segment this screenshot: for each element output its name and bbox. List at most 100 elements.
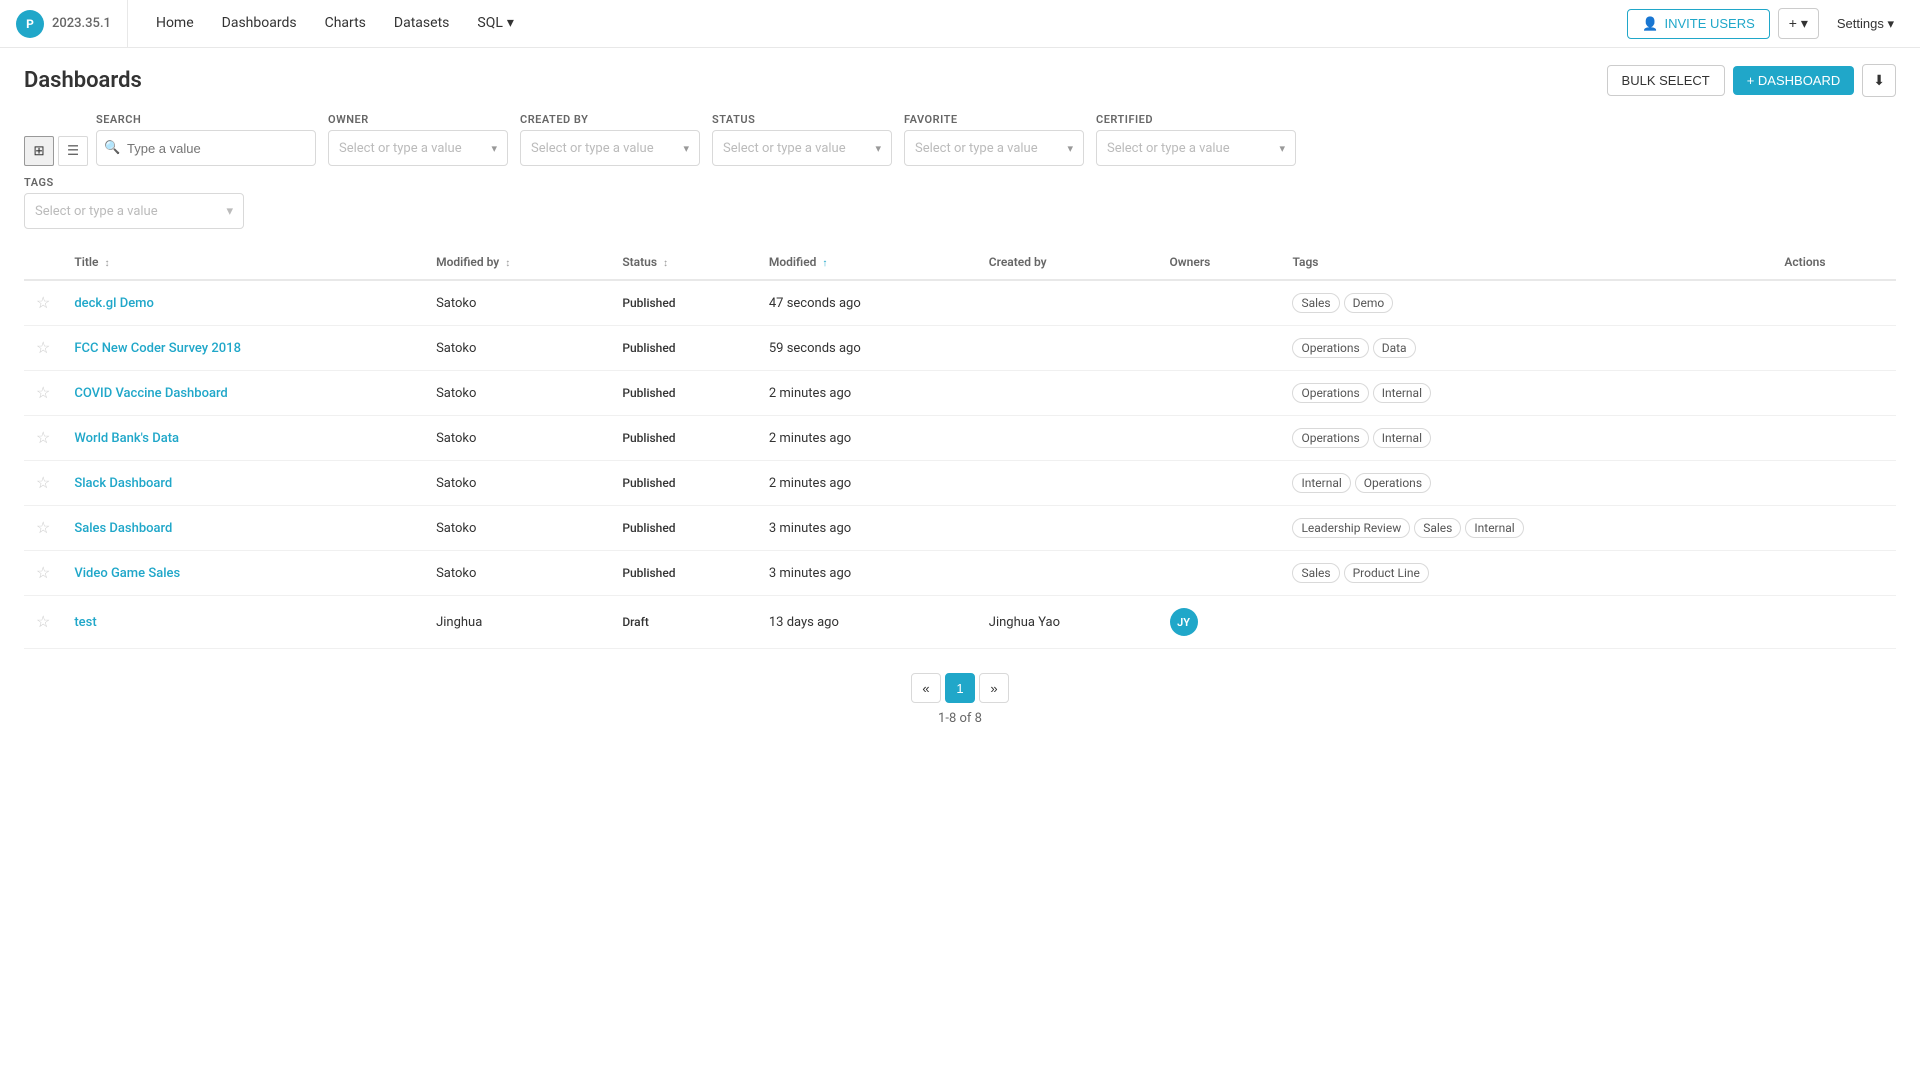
dashboard-title-link[interactable]: COVID Vaccine Dashboard (74, 386, 227, 401)
list-view-button[interactable]: ☰ (58, 136, 88, 166)
nav-links: Home Dashboards Charts Datasets SQL ▾ (128, 0, 542, 47)
owners-cell (1158, 506, 1281, 551)
dashboards-table: Title ↕ Modified by ↕ Status ↕ Modified … (24, 245, 1896, 649)
dashboard-title-link[interactable]: World Bank's Data (74, 431, 179, 446)
list-icon: ☰ (67, 143, 79, 159)
page-actions: BULK SELECT + DASHBOARD ⬇ (1607, 64, 1896, 97)
dashboard-title-link[interactable]: test (74, 615, 96, 630)
dashboard-title-link[interactable]: deck.gl Demo (74, 296, 154, 311)
th-created-by: Created by (977, 245, 1158, 280)
nav-dashboards[interactable]: Dashboards (210, 0, 309, 47)
search-input[interactable] (96, 130, 316, 166)
view-toggles: ⊞ ☰ (24, 136, 88, 166)
invite-users-button[interactable]: 👤 INVITE USERS (1627, 9, 1769, 39)
nav-right-actions: 👤 INVITE USERS + ▾ Settings ▾ (1627, 8, 1904, 39)
top-navigation: P 2023.35.1 Home Dashboards Charts Datas… (0, 0, 1920, 48)
favorite-star-button[interactable]: ☆ (36, 518, 50, 538)
certified-filter-group: CERTIFIED Select or type a value ▾ (1096, 113, 1296, 166)
modified-by-cell: Satoko (424, 506, 610, 551)
nav-home[interactable]: Home (144, 0, 206, 47)
settings-button[interactable]: Settings ▾ (1827, 10, 1904, 38)
owners-cell (1158, 371, 1281, 416)
table-row: ☆World Bank's DataSatokoPublished2 minut… (24, 416, 1896, 461)
view-search-group: ⊞ ☰ SEARCH 🔍 (24, 113, 316, 166)
tags-select[interactable]: Select or type a value ▾ (24, 193, 244, 229)
status-cell: Published (610, 461, 757, 506)
created-by-cell (977, 371, 1158, 416)
th-title[interactable]: Title ↕ (62, 245, 424, 280)
nav-datasets[interactable]: Datasets (382, 0, 461, 47)
tags-label: TAGS (24, 176, 1896, 189)
favorite-star-button[interactable]: ☆ (36, 563, 50, 583)
logo-icon: P (16, 10, 44, 38)
tag-pill: Operations (1355, 473, 1431, 493)
tag-pill: Product Line (1344, 563, 1429, 583)
favorite-star-button[interactable]: ☆ (36, 428, 50, 448)
modified-cell: 2 minutes ago (757, 371, 977, 416)
status-badge: Published (622, 566, 675, 580)
prev-page-button[interactable]: « (911, 673, 941, 703)
th-actions: Actions (1772, 245, 1896, 280)
created-by-filter-group: CREATED BY Select or type a value ▾ (520, 113, 700, 166)
grid-view-button[interactable]: ⊞ (24, 136, 54, 166)
modified-cell: 3 minutes ago (757, 551, 977, 596)
status-badge: Published (622, 521, 675, 535)
add-dashboard-button[interactable]: + DASHBOARD (1733, 66, 1855, 95)
dashboard-title-link[interactable]: FCC New Coder Survey 2018 (74, 341, 241, 356)
filters-row-2: TAGS Select or type a value ▾ (24, 176, 1896, 229)
search-filter-group: SEARCH 🔍 (96, 113, 316, 166)
status-cell: Published (610, 416, 757, 461)
table-row: ☆Video Game SalesSatokoPublished3 minute… (24, 551, 1896, 596)
table-row: ☆deck.gl DemoSatokoPublished47 seconds a… (24, 280, 1896, 326)
page-1-button[interactable]: 1 (945, 673, 975, 703)
search-label: SEARCH (96, 113, 316, 126)
th-modified[interactable]: Modified ↑ (757, 245, 977, 280)
tags-cell: OperationsInternal (1280, 416, 1772, 461)
status-filter-group: STATUS Select or type a value ▾ (712, 113, 892, 166)
th-tags: Tags (1280, 245, 1772, 280)
status-cell: Draft (610, 596, 757, 649)
favorite-star-button[interactable]: ☆ (36, 473, 50, 493)
dashboard-title-link[interactable]: Slack Dashboard (74, 476, 172, 491)
favorite-star-button[interactable]: ☆ (36, 293, 50, 313)
tag-pill: Internal (1373, 428, 1431, 448)
tags-chevron-icon: ▾ (226, 204, 233, 219)
actions-cell (1772, 506, 1896, 551)
created-by-cell (977, 551, 1158, 596)
table-row: ☆Slack DashboardSatokoPublished2 minutes… (24, 461, 1896, 506)
th-modified-by[interactable]: Modified by ↕ (424, 245, 610, 280)
status-select[interactable]: Select or type a value ▾ (712, 130, 892, 166)
table-body: ☆deck.gl DemoSatokoPublished47 seconds a… (24, 280, 1896, 649)
download-button[interactable]: ⬇ (1862, 64, 1896, 97)
nav-sql[interactable]: SQL ▾ (465, 0, 526, 47)
owner-select[interactable]: Select or type a value ▾ (328, 130, 508, 166)
favorite-select[interactable]: Select or type a value ▾ (904, 130, 1084, 166)
dashboard-title-link[interactable]: Sales Dashboard (74, 521, 172, 536)
dashboards-table-wrap: Title ↕ Modified by ↕ Status ↕ Modified … (0, 245, 1920, 649)
favorite-star-button[interactable]: ☆ (36, 338, 50, 358)
plus-menu-button[interactable]: + ▾ (1778, 8, 1819, 39)
bulk-select-button[interactable]: BULK SELECT (1607, 65, 1725, 96)
certified-select[interactable]: Select or type a value ▾ (1096, 130, 1296, 166)
status-badge: Draft (622, 615, 649, 629)
status-cell: Published (610, 506, 757, 551)
avatar: JY (1170, 608, 1198, 636)
favorite-star-button[interactable]: ☆ (36, 612, 50, 632)
created-by-cell (977, 280, 1158, 326)
nav-charts[interactable]: Charts (313, 0, 378, 47)
tag-pill: Internal (1292, 473, 1350, 493)
tags-cell: InternalOperations (1280, 461, 1772, 506)
modified-by-sort-icon: ↕ (505, 258, 510, 269)
favorite-filter-group: FAVORITE Select or type a value ▾ (904, 113, 1084, 166)
tag-pill: Operations (1292, 428, 1368, 448)
th-status[interactable]: Status ↕ (610, 245, 757, 280)
dashboard-title-link[interactable]: Video Game Sales (74, 566, 180, 581)
tags-cell: Leadership ReviewSalesInternal (1280, 506, 1772, 551)
modified-sort-icon: ↑ (822, 258, 827, 269)
favorite-star-button[interactable]: ☆ (36, 383, 50, 403)
status-label: STATUS (712, 113, 892, 126)
created-by-select[interactable]: Select or type a value ▾ (520, 130, 700, 166)
next-page-button[interactable]: » (979, 673, 1009, 703)
status-badge: Published (622, 386, 675, 400)
status-cell: Published (610, 280, 757, 326)
